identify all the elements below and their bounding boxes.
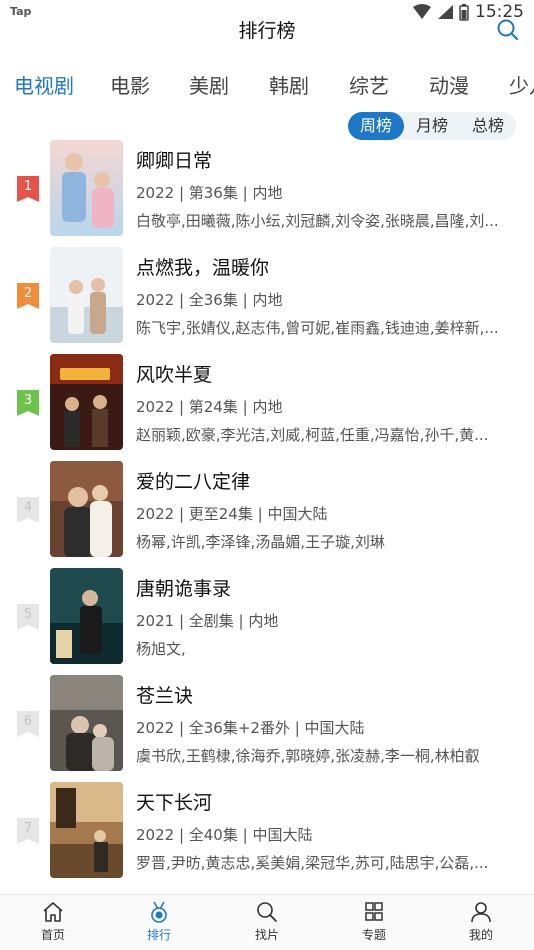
nav-home[interactable]: 首页: [18, 901, 88, 943]
item-cast: 陈飞宇,张婧仪,赵志伟,曾可妮,崔雨鑫,钱迪迪,姜梓新,...: [136, 319, 499, 337]
item-meta: 2022 | 全40集 | 中国大陆: [136, 826, 313, 844]
segment-total[interactable]: 总榜: [460, 112, 516, 140]
poster-image[interactable]: [50, 782, 123, 878]
rank-badge: 5: [17, 604, 39, 630]
medal-icon: [151, 901, 167, 923]
item-meta: 2022 | 第24集 | 内地: [136, 398, 283, 416]
tab-movie[interactable]: 电影: [110, 70, 150, 99]
tab-us-drama[interactable]: 美剧: [189, 70, 229, 99]
rank-badge: 4: [17, 497, 39, 523]
item-title: 苍兰诀: [136, 685, 194, 707]
nav-topics[interactable]: 专题: [339, 901, 409, 943]
user-icon: [471, 902, 491, 923]
rank-badge: 2: [17, 283, 39, 309]
list-item[interactable]: 3 风吹半夏 2022 | 第24集 | 内地 赵丽颖,欧豪,李光洁,刘威,柯蓝…: [0, 354, 534, 461]
home-icon: [43, 902, 63, 922]
search-icon: [497, 19, 519, 41]
item-title: 卿卿日常: [136, 150, 213, 172]
poster-image[interactable]: [50, 461, 123, 557]
item-cast: 杨幂,许凯,李泽锋,汤晶媚,王子璇,刘琳: [136, 533, 385, 551]
page-title: 排行榜: [238, 20, 296, 42]
poster-image[interactable]: [50, 140, 123, 236]
item-cast: 罗晋,尹昉,黄志忠,奚美娟,梁冠华,苏可,陆思宇,公磊,...: [136, 854, 489, 872]
rank-badge: 3: [17, 390, 39, 416]
poster-image[interactable]: [50, 354, 123, 450]
list-item[interactable]: 6 苍兰诀 2022 | 全36集+2番外 | 中国大陆 虞书欣,王鹤棣,徐海乔…: [0, 675, 534, 782]
nav-profile[interactable]: 我的: [446, 901, 516, 943]
poster-image[interactable]: [50, 247, 123, 343]
nav-ranking[interactable]: 排行: [124, 901, 194, 943]
item-title: 天下长河: [136, 792, 213, 814]
item-meta: 2022 | 第36集 | 内地: [136, 184, 283, 202]
search-button[interactable]: [496, 18, 520, 42]
list-item[interactable]: 5 唐朝诡事录 2021 | 全剧集 | 内地 杨旭文,: [0, 568, 534, 675]
item-title: 风吹半夏: [136, 364, 213, 386]
item-meta: 2022 | 全36集+2番外 | 中国大陆: [136, 719, 365, 737]
list-item[interactable]: 7 天下长河 2022 | 全40集 | 中国大陆 罗晋,尹昉,黄志忠,奚美娟,…: [0, 782, 534, 889]
bottom-nav: 首页 排行 找片 专题 我的: [0, 894, 534, 950]
grid-icon: [365, 902, 383, 921]
item-meta: 2021 | 全剧集 | 内地: [136, 612, 279, 630]
item-meta: 2022 | 更至24集 | 中国大陆: [136, 505, 328, 523]
nav-find[interactable]: 找片: [232, 901, 302, 943]
list-item[interactable]: 4 爱的二八定律 2022 | 更至24集 | 中国大陆 杨幂,许凯,李泽锋,汤…: [0, 461, 534, 568]
list-item[interactable]: 2 点燃我，温暖你 2022 | 全36集 | 内地 陈飞宇,张婧仪,赵志伟,曾…: [0, 247, 534, 354]
tab-anime[interactable]: 动漫: [429, 70, 469, 99]
item-title: 爱的二八定律: [136, 471, 251, 493]
rank-badge: 1: [17, 176, 39, 202]
search-icon: [257, 902, 277, 922]
rank-badge: 6: [17, 711, 39, 737]
tab-variety[interactable]: 综艺: [349, 70, 389, 99]
item-title: 点燃我，温暖你: [136, 257, 270, 279]
tab-kr-drama[interactable]: 韩剧: [269, 70, 309, 99]
tab-tv[interactable]: 电视剧: [14, 70, 74, 99]
item-cast: 杨旭文,: [136, 640, 186, 658]
category-tabs: 电视剧 电影 美剧 韩剧 综艺 动漫 少儿: [0, 62, 534, 106]
segment-weekly[interactable]: 周榜: [348, 112, 404, 140]
tab-kids[interactable]: 少儿: [509, 70, 534, 99]
poster-image[interactable]: [50, 675, 123, 771]
segment-monthly[interactable]: 月榜: [404, 112, 460, 140]
list-item[interactable]: 1 卿卿日常 2022 | 第36集 | 内地 白敬亭,田曦薇,陈小纭,刘冠麟,…: [0, 140, 534, 247]
period-segment: 周榜 月榜 总榜: [348, 112, 516, 140]
item-cast: 白敬亭,田曦薇,陈小纭,刘冠麟,刘令姿,张晓晨,昌隆,刘...: [136, 212, 499, 230]
item-title: 唐朝诡事录: [136, 578, 232, 600]
item-cast: 赵丽颖,欧豪,李光洁,刘威,柯蓝,任重,冯嘉怡,孙千,黄...: [136, 426, 489, 444]
item-cast: 虞书欣,王鹤棣,徐海乔,郭晓婷,张凌赫,李一桐,林柏叡: [136, 747, 480, 765]
header: 排行榜: [0, 12, 534, 48]
item-meta: 2022 | 全36集 | 内地: [136, 291, 283, 309]
poster-image[interactable]: [50, 568, 123, 664]
rank-badge: 7: [17, 818, 39, 844]
